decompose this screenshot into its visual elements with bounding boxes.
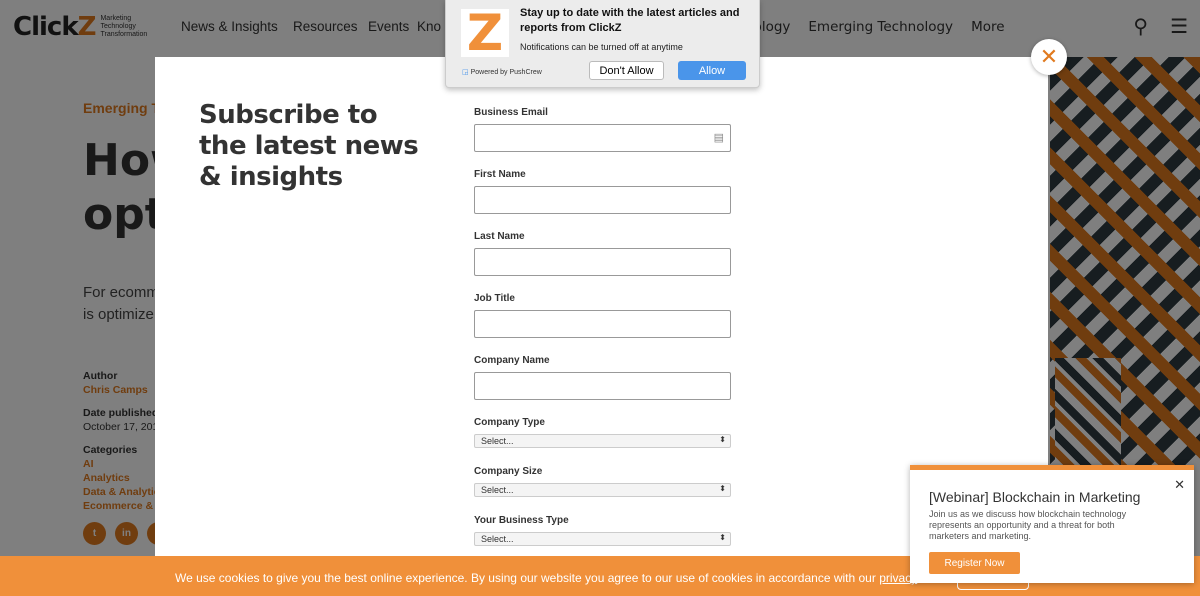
- job-title-input[interactable]: [474, 310, 731, 338]
- company-name-input[interactable]: [474, 372, 731, 400]
- cookie-text: We use cookies to give you the best onli…: [175, 571, 917, 585]
- field-label: First Name: [474, 169, 526, 180]
- field-label: Last Name: [474, 231, 525, 242]
- push-notification-prompt: Z Stay up to date with the latest articl…: [445, 0, 760, 88]
- cookie-message: We use cookies to give you the best onli…: [175, 571, 880, 585]
- business-email-input[interactable]: ▤: [474, 124, 731, 152]
- close-icon: ✕: [1039, 44, 1059, 69]
- dont-allow-button[interactable]: Don't Allow: [589, 61, 664, 80]
- field-label: Business Email: [474, 107, 548, 118]
- field-label: Company Size: [474, 466, 543, 477]
- contact-card-icon: ▤: [713, 132, 724, 144]
- company-size-select[interactable]: Select... ⬍: [474, 483, 731, 497]
- select-value: Select...: [481, 534, 514, 544]
- field-label: Job Title: [474, 293, 515, 304]
- select-arrows-icon: ⬍: [719, 484, 726, 493]
- powered-by-text: Powered by PushCrew: [470, 69, 542, 76]
- webinar-description: Join us as we discuss how blockchain tec…: [929, 509, 1127, 541]
- field-label: Company Name: [474, 355, 550, 366]
- select-arrows-icon: ⬍: [719, 533, 726, 542]
- select-value: Select...: [481, 436, 514, 446]
- pushcrew-icon: ◲: [462, 69, 469, 76]
- clickz-z-logo: Z: [461, 4, 509, 62]
- powered-by[interactable]: ◲ Powered by PushCrew: [462, 68, 542, 76]
- last-name-input[interactable]: [474, 248, 731, 276]
- field-label: Your Business Type: [474, 515, 569, 526]
- business-type-select[interactable]: Select... ⬍: [474, 532, 731, 546]
- field-label: Company Type: [474, 417, 545, 428]
- webinar-close-icon[interactable]: ✕: [1174, 477, 1185, 493]
- modal-heading: Subscribe to the latest news & insights: [199, 100, 419, 192]
- webinar-title: [Webinar] Blockchain in Marketing: [929, 489, 1141, 505]
- select-arrows-icon: ⬍: [719, 435, 726, 444]
- company-type-select[interactable]: Select... ⬍: [474, 434, 731, 448]
- first-name-input[interactable]: [474, 186, 731, 214]
- push-subtitle: Notifications can be turned off at anyti…: [520, 42, 683, 52]
- webinar-popup: ✕ [Webinar] Blockchain in Marketing Join…: [910, 465, 1194, 583]
- select-value: Select...: [481, 485, 514, 495]
- push-title: Stay up to date with the latest articles…: [520, 7, 740, 34]
- register-now-button[interactable]: Register Now: [929, 552, 1020, 574]
- modal-close-button[interactable]: ✕: [1031, 39, 1067, 75]
- subscribe-form: Business Email ▤ First Name Last Name Jo…: [474, 107, 731, 564]
- allow-button[interactable]: Allow: [678, 61, 746, 80]
